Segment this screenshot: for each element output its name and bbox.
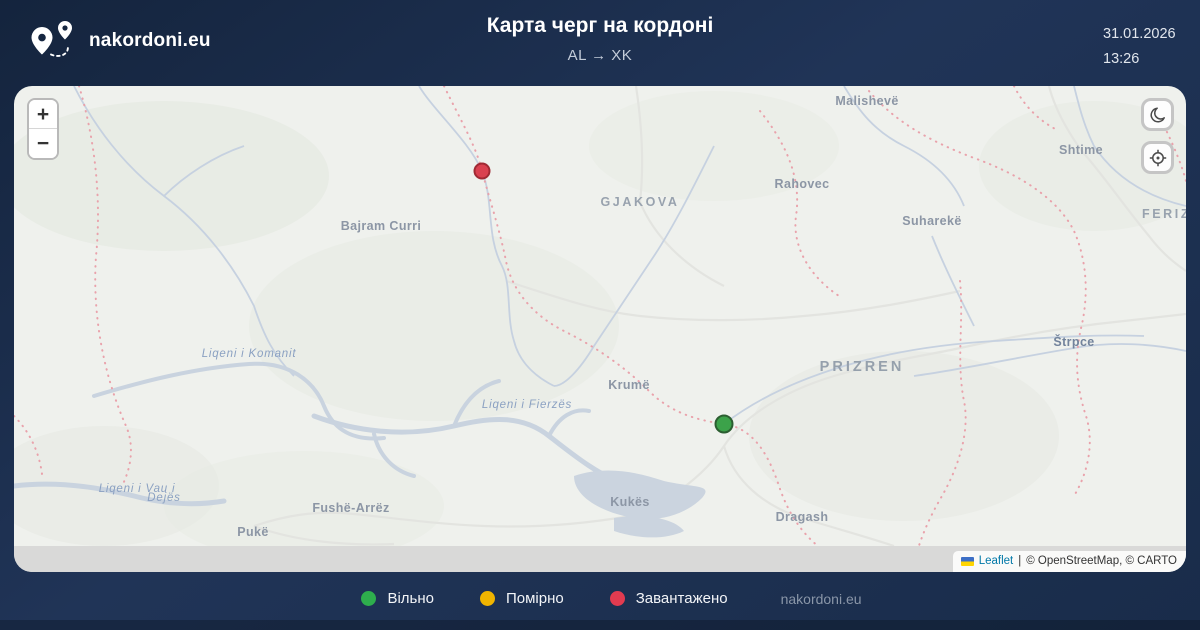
legend-item-busy: Завантажено — [610, 590, 728, 607]
footer: Вільно Помірно Завантажено nakordoni.eu — [0, 572, 1200, 630]
free-status-dot — [361, 591, 376, 606]
legend-label-busy: Завантажено — [636, 590, 728, 607]
header: nakordoni.eu Карта черг на кордоні AL → … — [0, 0, 1200, 86]
time-text: 13:26 — [1103, 47, 1176, 72]
busy-status-dot — [610, 591, 625, 606]
direction-subtitle: AL → XK — [0, 47, 1200, 64]
marker-free[interactable] — [715, 415, 734, 434]
marker-busy[interactable] — [474, 163, 491, 180]
legend-item-free: Вільно — [361, 590, 434, 607]
legend: Вільно Помірно Завантажено nakordoni.eu — [0, 590, 1200, 607]
bottom-bar — [0, 620, 1200, 630]
map-attribution: Leaflet | © OpenStreetMap, © CARTO — [953, 551, 1186, 572]
legend-item-moderate: Помірно — [480, 590, 564, 607]
legend-label-free: Вільно — [387, 590, 434, 607]
title-block: Карта черг на кордоні AL → XK — [0, 14, 1200, 64]
zoom-control: + − — [27, 98, 59, 160]
page-title: Карта черг на кордоні — [0, 14, 1200, 38]
zoom-out-button[interactable]: − — [29, 129, 57, 158]
moderate-status-dot — [480, 591, 495, 606]
page: { "header": { "brand": "nakordoni.eu", "… — [0, 0, 1200, 630]
date-text: 31.01.2026 — [1103, 22, 1176, 47]
attribution-copyright: © OpenStreetMap, © CARTO — [1026, 555, 1177, 567]
map-tiles — [14, 86, 1186, 572]
crosshair-icon — [1148, 148, 1168, 168]
legend-label-moderate: Помірно — [506, 590, 564, 607]
leaflet-link[interactable]: Leaflet — [979, 555, 1014, 567]
moon-icon — [1148, 105, 1168, 125]
zoom-in-button[interactable]: + — [29, 100, 57, 129]
locate-button[interactable] — [1141, 141, 1174, 174]
footer-brand: nakordoni.eu — [781, 591, 862, 607]
dark-mode-button[interactable] — [1141, 98, 1174, 131]
map-container[interactable]: Malishevë Shtime Rahovec GJAKOVA Suharek… — [14, 86, 1186, 572]
ukraine-flag-icon — [961, 557, 974, 566]
datetime: 31.01.2026 13:26 — [1103, 22, 1176, 72]
attribution-separator: | — [1018, 555, 1021, 567]
